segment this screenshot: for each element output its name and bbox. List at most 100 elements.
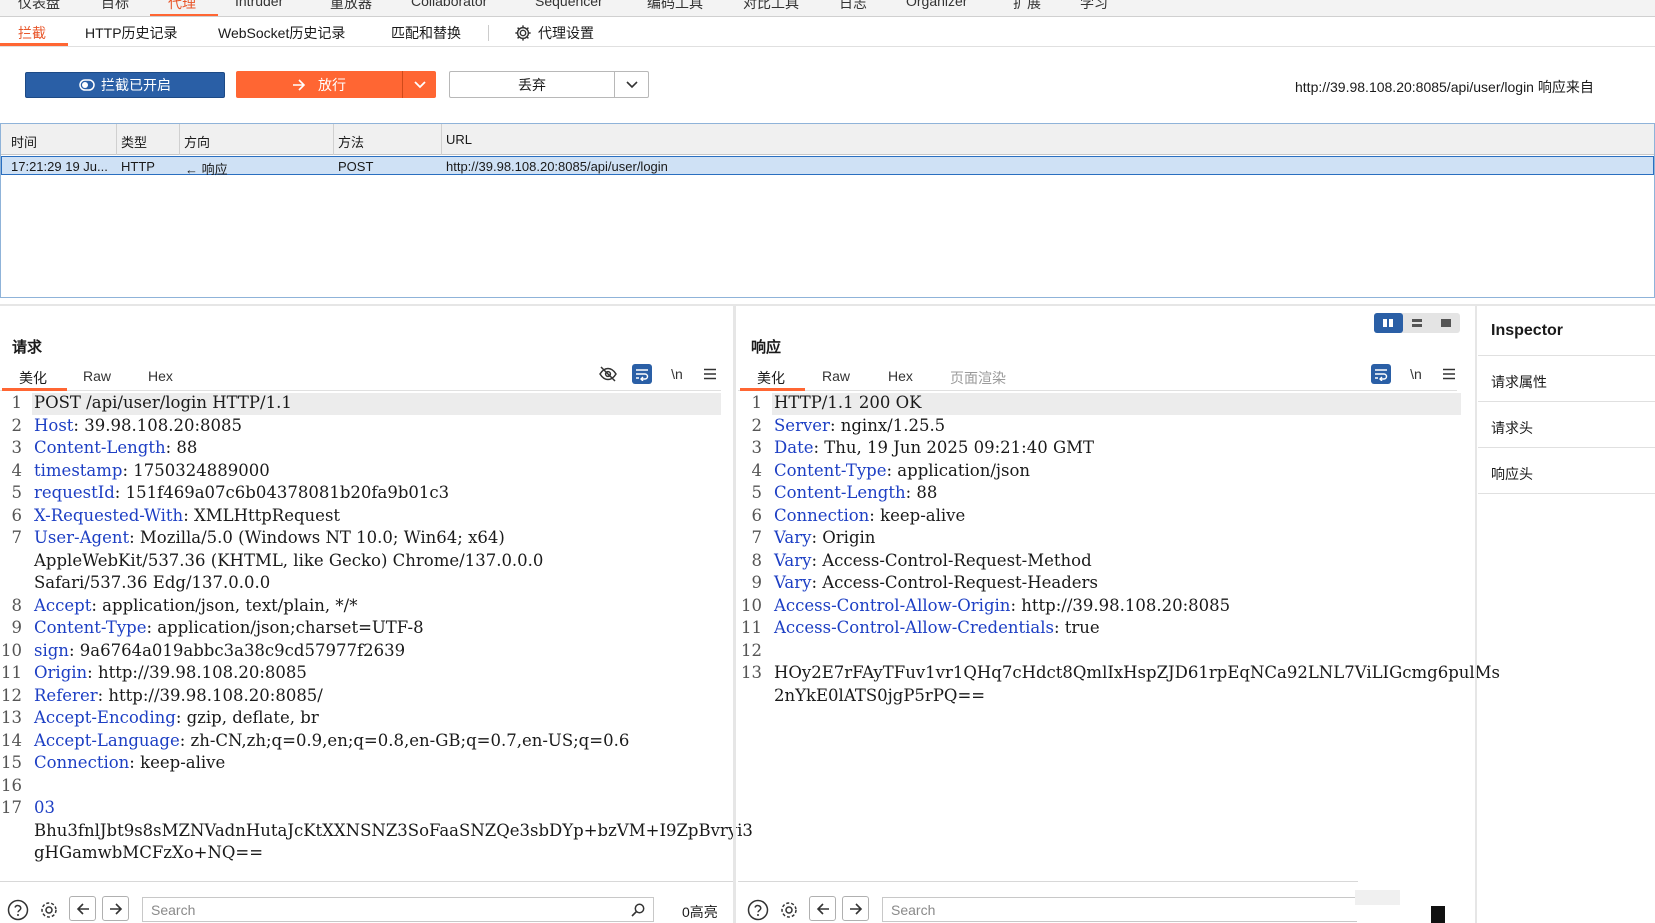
forward-button[interactable]: 放行 [236,71,436,98]
column-divider[interactable] [441,124,442,155]
tab-decoder[interactable]: 编码工具 [647,0,703,13]
tab-match-replace[interactable]: 匹配和替换 [391,23,461,43]
previous-match-button[interactable] [69,896,96,921]
forward-dropdown[interactable] [402,71,436,98]
wrap-lines-icon[interactable] [632,364,652,384]
newline-icon[interactable]: \n [1405,364,1427,384]
help-icon[interactable] [746,898,770,922]
code-line[interactable]: Accept-Language: zh-CN,zh;q=0.9,en;q=0.8… [34,730,629,753]
code-line[interactable]: Content-Type: application/json;charset=U… [34,617,424,640]
code-line[interactable]: Content-Length: 88 [774,482,937,505]
menu-icon[interactable] [700,364,720,384]
code-line[interactable]: User-Agent: Mozilla/5.0 (Windows NT 10.0… [34,527,505,550]
tab-learn[interactable]: 学习 [1080,0,1108,13]
code-line[interactable]: Vary: Access-Control-Request-Method [774,550,1092,573]
gear-icon[interactable] [777,898,801,922]
code-line[interactable]: Server: nginx/1.25.5 [774,415,945,438]
inspector-request-headers[interactable]: 请求头 [1491,418,1533,438]
request-tab-pretty[interactable]: 美化 [19,368,47,388]
drop-button-main[interactable]: 丢弃 [450,72,614,97]
response-search-input[interactable]: Search [882,897,1357,922]
code-line[interactable]: Safari/537.36 Edg/137.0.0.0 [34,572,270,595]
pane-splitter[interactable] [733,306,736,923]
code-line[interactable]: HOy2E7rFAyTFuv1vr1QHq7cHdct8QmlIxHspZJD6… [774,662,1500,685]
tab-proxy[interactable]: 代理 [168,0,196,13]
response-tab-hex[interactable]: Hex [888,368,913,384]
inspector-request-attributes[interactable]: 请求属性 [1491,372,1547,392]
forward-button-main[interactable]: 放行 [236,71,402,98]
response-tab-render[interactable]: 页面渲染 [950,368,1006,388]
tab-http-history[interactable]: HTTP历史记录 [85,23,178,43]
tab-intercept[interactable]: 拦截 [18,23,46,43]
inspector-response-headers[interactable]: 响应头 [1491,464,1533,484]
tab-target[interactable]: 目标 [101,0,129,13]
tab-collaborator[interactable]: Collaborator [411,0,487,9]
col-direction[interactable]: 方向 [184,132,210,151]
column-divider[interactable] [179,124,180,155]
code-line[interactable]: Vary: Origin [774,527,875,550]
tab-dashboard[interactable]: 仪表盘 [18,0,60,13]
table-row[interactable]: 17:21:29 19 Ju... HTTP ← 响应 POST http://… [1,156,1654,177]
code-line[interactable]: Vary: Access-Control-Request-Headers [774,572,1098,595]
code-line[interactable]: POST /api/user/login HTTP/1.1 [34,392,292,415]
col-time[interactable]: 时间 [11,132,37,151]
hide-icon[interactable] [598,364,618,384]
col-type[interactable]: 类型 [121,132,147,151]
code-line[interactable]: Host: 39.98.108.20:8085 [34,415,242,438]
code-line[interactable]: Accept: application/json, text/plain, */… [34,595,357,618]
intercept-toggle-button[interactable]: 拦截已开启 [25,72,225,98]
code-line[interactable]: Bhu3fnlJbt9s8sMZNVadnHutaJcKtXXNSNZ3SoFa… [34,820,753,843]
code-line[interactable]: HTTP/1.1 200 OK [774,392,921,415]
response-tab-raw[interactable]: Raw [822,368,850,384]
code-line[interactable]: 03 [34,797,55,820]
tab-intruder[interactable]: Intruder [235,0,283,9]
previous-match-button[interactable] [809,896,836,921]
code-line[interactable]: Connection: keep-alive [774,505,965,528]
code-line[interactable]: Access-Control-Allow-Credentials: true [774,617,1100,640]
wrap-lines-icon[interactable] [1371,364,1391,384]
request-search-input[interactable]: Search [142,897,654,922]
layout-rows-icon[interactable] [1403,313,1432,333]
inspector-splitter[interactable] [1475,306,1477,923]
gear-icon[interactable] [37,898,61,922]
tab-sequencer[interactable]: Sequencer [535,0,603,9]
next-match-button[interactable] [102,896,129,921]
column-divider[interactable] [116,124,117,155]
code-line[interactable]: Connection: keep-alive [34,752,225,775]
tab-extensions[interactable]: 扩展 [1013,0,1041,13]
code-line[interactable]: Accept-Encoding: gzip, deflate, br [34,707,319,730]
col-method[interactable]: 方法 [338,132,364,151]
tab-comparer[interactable]: 对比工具 [743,0,799,13]
response-tab-pretty[interactable]: 美化 [757,368,785,388]
layout-tabs-icon[interactable] [1431,313,1460,333]
drop-button[interactable]: 丢弃 [449,71,649,98]
code-line[interactable]: 2nYkE0lATS0jgP5rPQ== [774,685,985,708]
request-tab-hex[interactable]: Hex [148,368,173,384]
code-line[interactable]: requestId: 151f469a07c6b04378081b20fa9b0… [34,482,449,505]
column-divider[interactable] [333,124,334,155]
code-line[interactable]: timestamp: 1750324889000 [34,460,270,483]
request-tab-raw[interactable]: Raw [83,368,111,384]
code-line[interactable]: X-Requested-With: XMLHttpRequest [34,505,340,528]
menu-icon[interactable] [1439,364,1459,384]
tab-organizer[interactable]: Organizer [906,0,967,9]
code-line[interactable]: Content-Length: 88 [34,437,197,460]
tab-proxy-settings[interactable]: 代理设置 [514,23,594,43]
tab-logger[interactable]: 日志 [839,0,867,13]
tab-repeater[interactable]: 重放器 [330,0,372,13]
code-line[interactable]: AppleWebKit/537.36 (KHTML, like Gecko) C… [34,550,543,573]
tab-websocket-history[interactable]: WebSocket历史记录 [218,23,345,43]
newline-icon[interactable]: \n [666,364,688,384]
code-line[interactable]: Access-Control-Allow-Origin: http://39.9… [774,595,1230,618]
code-line[interactable]: Content-Type: application/json [774,460,1030,483]
drop-dropdown[interactable] [614,72,648,97]
col-url[interactable]: URL [446,132,472,147]
code-line[interactable]: Origin: http://39.98.108.20:8085 [34,662,307,685]
code-line[interactable]: gHGamwbMCFzXo+NQ== [34,842,263,865]
code-line[interactable]: Referer: http://39.98.108.20:8085/ [34,685,323,708]
help-icon[interactable] [6,898,30,922]
split-handle[interactable] [0,304,1655,306]
next-match-button[interactable] [842,896,869,921]
layout-columns-icon[interactable] [1374,313,1403,333]
code-line[interactable]: Date: Thu, 19 Jun 2025 09:21:40 GMT [774,437,1094,460]
